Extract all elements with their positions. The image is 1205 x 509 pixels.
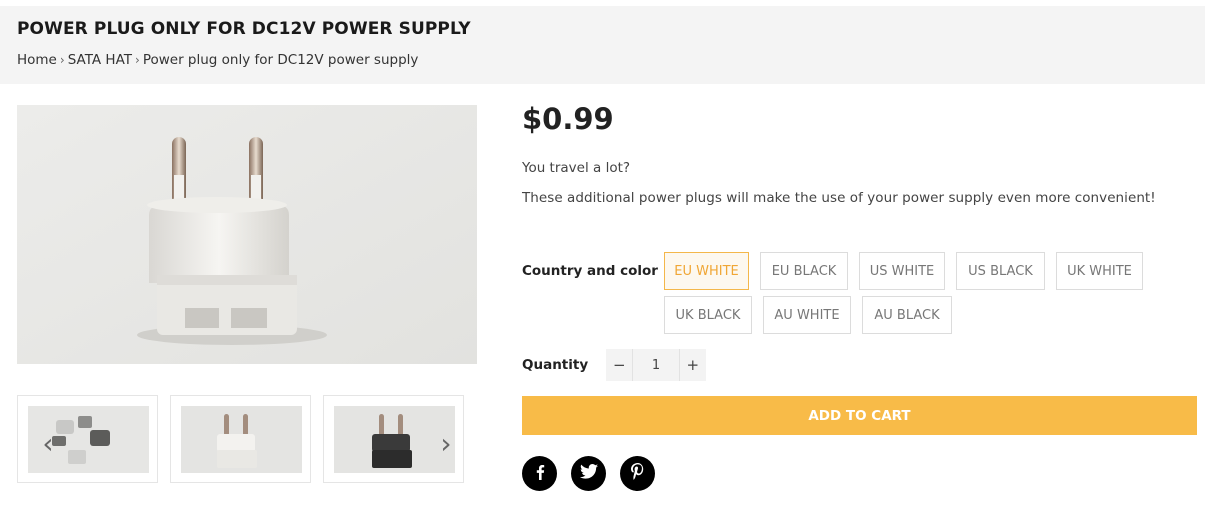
- pinterest-icon: [631, 463, 644, 484]
- main-product-image[interactable]: [17, 105, 477, 364]
- twitter-share-button[interactable]: [571, 456, 606, 491]
- quantity-decrease-button[interactable]: −: [606, 349, 632, 381]
- breadcrumb-home-link[interactable]: Home: [17, 52, 57, 68]
- pinterest-share-button[interactable]: [620, 456, 655, 491]
- product-price: $0.99: [522, 102, 614, 136]
- option-au-black[interactable]: AU BLACK: [862, 296, 952, 334]
- page-header: POWER PLUG ONLY FOR DC12V POWER SUPPLY H…: [0, 6, 1205, 84]
- chevron-left-icon[interactable]: ‹: [38, 430, 58, 460]
- quantity-increase-button[interactable]: +: [680, 349, 706, 381]
- breadcrumb-current: Power plug only for DC12V power supply: [142, 52, 419, 68]
- quantity-label: Quantity: [522, 357, 589, 373]
- breadcrumb-sata-hat-link[interactable]: SATA HAT: [68, 52, 132, 68]
- breadcrumb-separator: ›: [135, 53, 140, 67]
- option-us-black[interactable]: US BLACK: [956, 252, 1045, 290]
- option-eu-black[interactable]: EU BLACK: [760, 252, 848, 290]
- quantity-stepper: − 1 +: [606, 349, 706, 381]
- option-eu-white[interactable]: EU WHITE: [664, 252, 749, 290]
- twitter-icon: [579, 464, 598, 483]
- option-au-white[interactable]: AU WHITE: [763, 296, 851, 334]
- option-us-white[interactable]: US WHITE: [859, 252, 945, 290]
- thumbnail-image: [181, 406, 302, 473]
- chevron-right-icon[interactable]: ›: [436, 430, 456, 460]
- option-label: Country and color: [522, 263, 658, 279]
- quantity-input[interactable]: 1: [632, 349, 680, 381]
- breadcrumb-separator: ›: [59, 53, 65, 67]
- page-title: POWER PLUG ONLY FOR DC12V POWER SUPPLY: [17, 19, 471, 39]
- product-description-line: These additional power plugs will make t…: [522, 190, 1156, 206]
- breadcrumb: Home › SATA HAT › Power plug only for DC12V …: [17, 52, 418, 68]
- thumbnail-2[interactable]: [170, 395, 311, 483]
- facebook-share-button[interactable]: [522, 456, 557, 491]
- product-description-line: You travel a lot?: [522, 160, 631, 176]
- option-uk-white[interactable]: UK WHITE: [1056, 252, 1143, 290]
- option-uk-black[interactable]: UK BLACK: [664, 296, 752, 334]
- add-to-cart-button[interactable]: ADD TO CART: [522, 396, 1197, 435]
- facebook-icon: [533, 464, 547, 484]
